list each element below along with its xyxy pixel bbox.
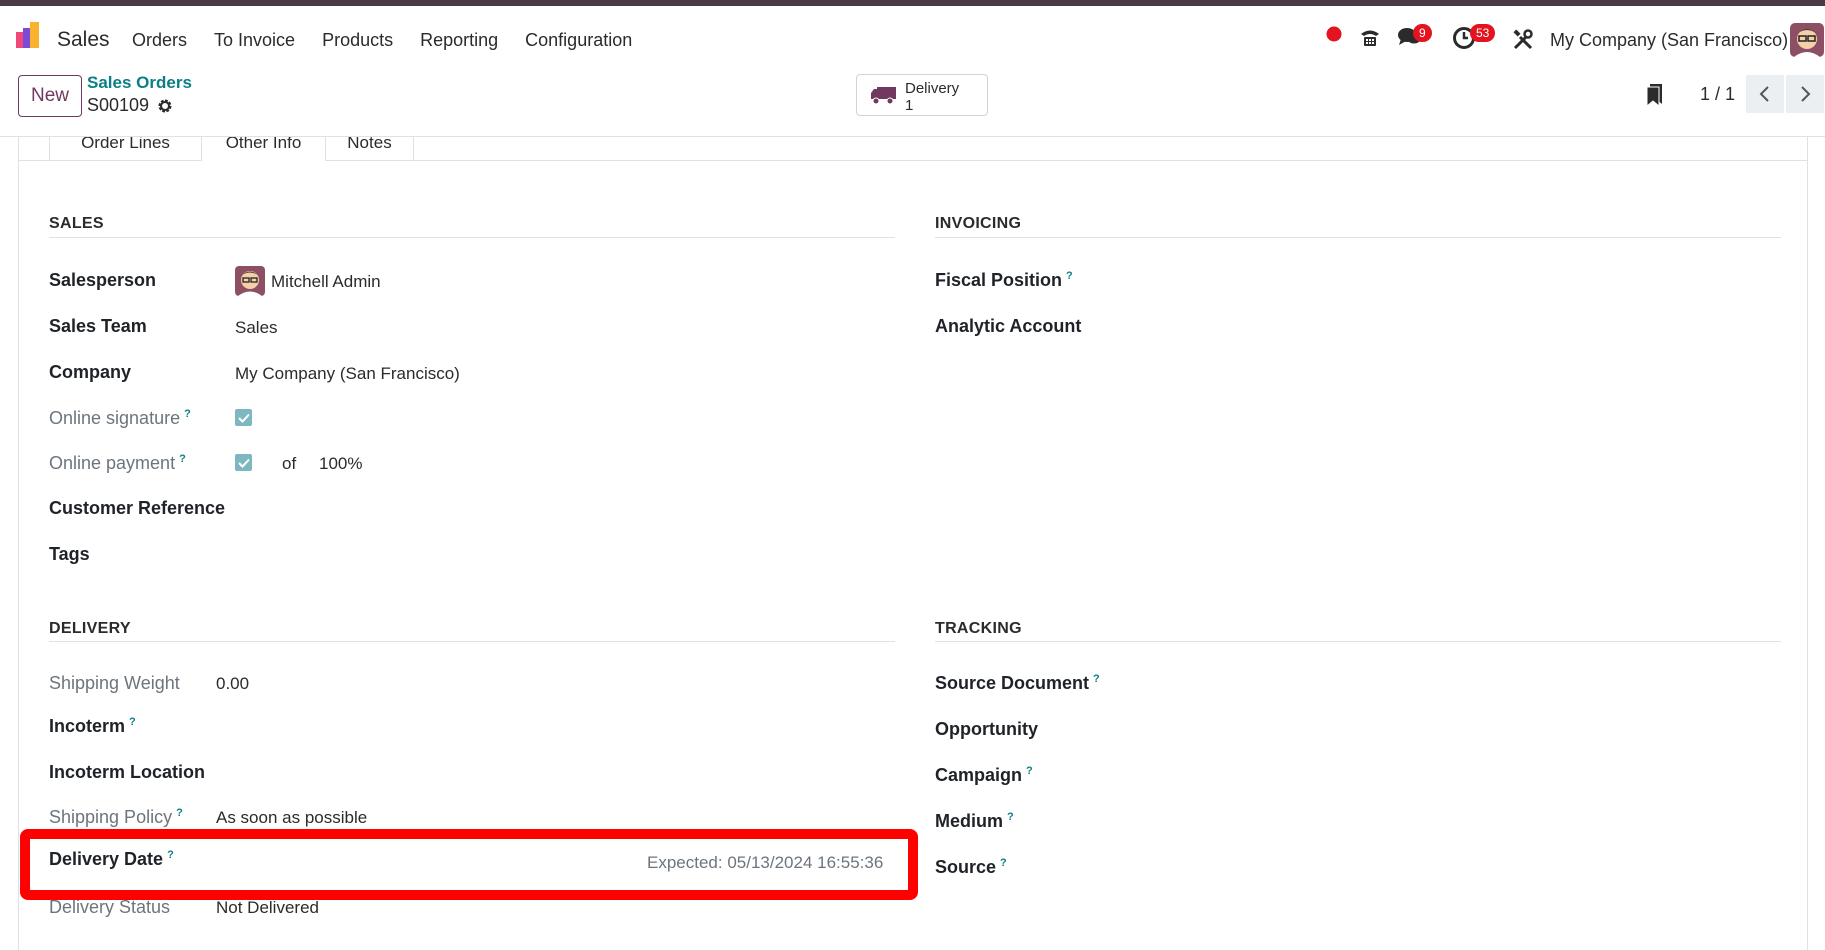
tab-order-lines[interactable]: Order Lines (49, 137, 202, 161)
medium-label: Medium? (935, 811, 1014, 831)
messages-badge: 9 (1413, 24, 1432, 42)
delivery-date-label: Delivery Date? (49, 849, 174, 869)
tools-icon[interactable] (1512, 26, 1534, 54)
company-switcher[interactable]: My Company (San Francisco) (1550, 30, 1788, 51)
online-signature-label: Online signature? (49, 408, 191, 428)
phone-icon[interactable] (1359, 23, 1381, 51)
shipping-policy-field[interactable]: As soon as possible (216, 808, 367, 828)
customer-reference-label: Customer Reference (49, 498, 226, 518)
prepayment-percent-field[interactable]: 100% (319, 454, 362, 474)
sales-team-field[interactable]: Sales (235, 318, 278, 338)
tab-other-info[interactable]: Other Info (201, 137, 326, 161)
analytic-account-label: Analytic Account (935, 316, 1082, 336)
incoterm-help-icon[interactable]: ? (129, 716, 136, 728)
activities-badge: 53 (1470, 24, 1496, 42)
source-document-help-icon[interactable]: ? (1093, 673, 1100, 685)
pager-previous-button[interactable] (1746, 75, 1784, 113)
sales-group-divider (49, 237, 895, 238)
delivery-date-value: Expected: 05/13/2024 16:55:36 (647, 853, 884, 872)
breadcrumb-sales-orders[interactable]: Sales Orders (87, 73, 192, 93)
chevron-left-icon (1759, 86, 1769, 102)
chevron-right-icon (1801, 86, 1811, 102)
delivery-group-divider (49, 641, 895, 642)
delivery-status-label: Delivery Status (49, 897, 171, 917)
salesperson-avatar (235, 266, 265, 296)
messages-tray[interactable]: 9 (1397, 20, 1437, 48)
online-payment-label: Online payment? (49, 453, 186, 473)
online-signature-checkbox[interactable] (235, 409, 252, 426)
delivery-status-value: Not Delivered (216, 898, 319, 917)
campaign-help-icon[interactable]: ? (1026, 765, 1033, 777)
sales-group-title: SALES (49, 215, 104, 232)
record-name: S00109 (87, 95, 150, 115)
shipping-weight-field: 0.00 (216, 674, 250, 693)
shipping-policy-help-icon[interactable]: ? (176, 807, 183, 819)
campaign-label: Campaign? (935, 765, 1033, 785)
main-navbar: Sales Orders To Invoice Products Reporti… (0, 6, 1825, 64)
online-payment-help-icon[interactable]: ? (179, 453, 186, 465)
pager-value[interactable]: 1 / 1 (1700, 84, 1735, 105)
activities-tray[interactable]: 53 (1452, 20, 1502, 49)
breadcrumb-current: S00109 (87, 95, 173, 116)
fiscal-position-label: Fiscal Position? (935, 270, 1073, 290)
user-avatar[interactable] (1790, 23, 1824, 57)
online-payment-of-text: of (282, 454, 297, 473)
systray: 9 53 My Company (San Francisco) (0, 6, 1825, 64)
company-label: Company (49, 362, 132, 382)
control-panel: New Sales Orders S00109 Delivery 1 1 / 1 (0, 64, 1825, 137)
pager-next-button[interactable] (1786, 75, 1824, 113)
salesperson-label: Salesperson (49, 270, 157, 290)
salesperson-field[interactable]: Mitchell Admin (271, 272, 381, 292)
shipping-weight-label: Shipping Weight (49, 673, 180, 693)
delivery-smart-button[interactable]: Delivery 1 (856, 74, 988, 116)
source-document-label: Source Document? (935, 673, 1100, 693)
tracking-group-divider (935, 641, 1781, 642)
checkmark-icon (237, 458, 250, 468)
shipping-policy-label: Shipping Policy? (49, 807, 183, 827)
medium-help-icon[interactable]: ? (1007, 811, 1014, 823)
notebook-tabs: Order Lines Other Info Notes (19, 137, 1807, 161)
incoterm-location-label: Incoterm Location (49, 762, 206, 782)
opportunity-label: Opportunity (935, 719, 1038, 739)
tracking-group-title: TRACKING (935, 620, 1022, 637)
fiscal-position-help-icon[interactable]: ? (1066, 270, 1073, 282)
online-signature-help-icon[interactable]: ? (184, 408, 191, 420)
incoterm-label: Incoterm? (49, 716, 136, 736)
smart-button-value: 1 (905, 97, 914, 114)
source-help-icon[interactable]: ? (1000, 857, 1007, 869)
tab-notes[interactable]: Notes (325, 137, 414, 161)
smart-button-label: Delivery (905, 80, 960, 97)
source-label: Source? (935, 857, 1007, 877)
record-dot-icon[interactable] (1326, 26, 1342, 54)
new-button[interactable]: New (18, 75, 82, 117)
delivery-date-help-icon[interactable]: ? (167, 849, 174, 861)
company-field[interactable]: My Company (San Francisco) (235, 364, 460, 384)
sales-team-label: Sales Team (49, 316, 147, 336)
checkmark-icon (237, 413, 250, 423)
bookmark-icon[interactable] (1646, 84, 1664, 106)
online-payment-checkbox[interactable] (235, 454, 252, 471)
delivery-group-title: DELIVERY (49, 620, 131, 637)
gear-icon[interactable] (157, 98, 173, 114)
invoicing-group-divider (935, 237, 1781, 238)
tags-label: Tags (49, 544, 90, 564)
truck-icon (871, 87, 896, 105)
invoicing-group-title: INVOICING (935, 215, 1022, 232)
